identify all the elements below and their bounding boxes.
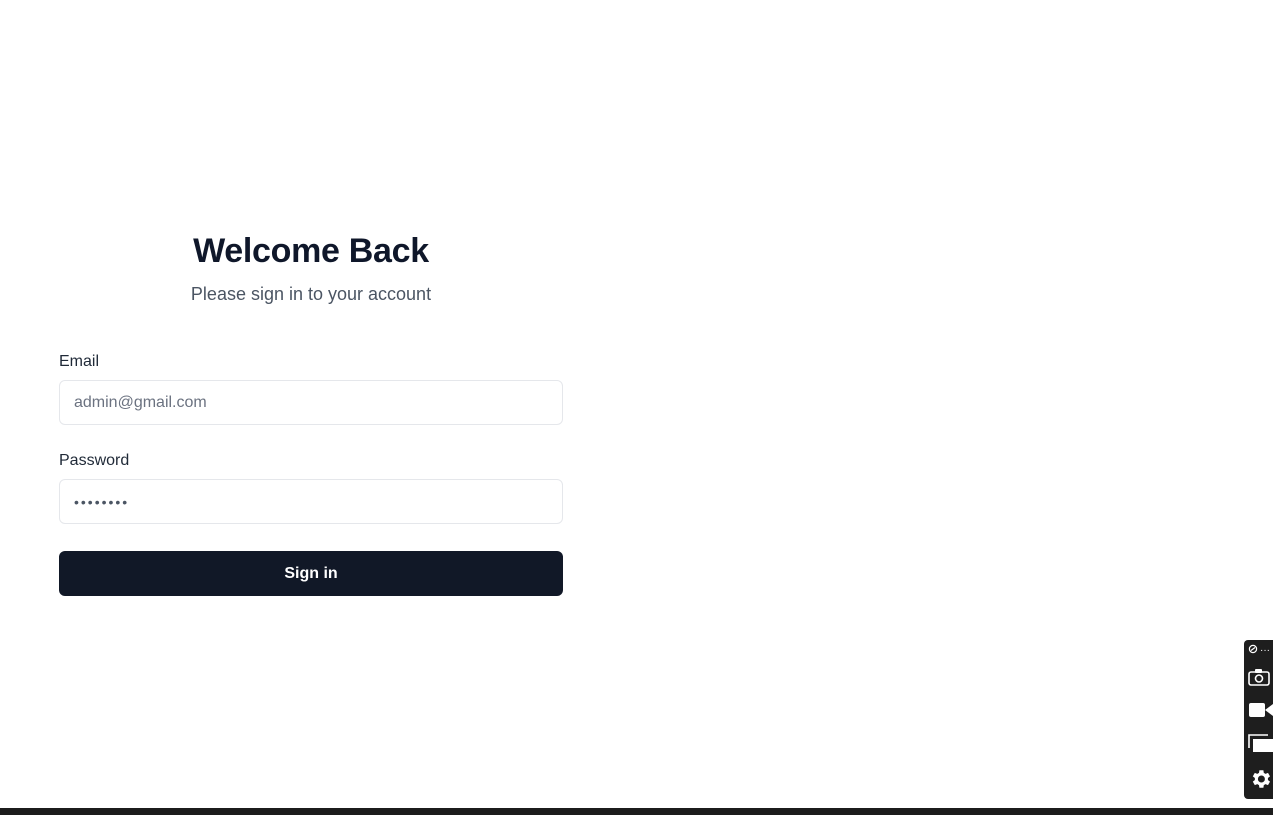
window-icon[interactable] [1248,732,1273,754]
video-icon[interactable] [1248,699,1273,721]
sign-in-button[interactable]: Sign in [59,551,563,596]
screen-capture-toolbar: ··· [1244,640,1273,799]
email-field[interactable]: admin@gmail.com [59,380,563,425]
email-label: Email [59,353,100,370]
extension-icon[interactable] [1248,644,1258,658]
login-form: Welcome Back Please sign in to your acco… [59,226,563,596]
login-page: Welcome Back Please sign in to your acco… [0,0,1273,815]
password-label: Password [59,452,130,469]
password-field[interactable]: •••••••• [59,479,563,524]
bottom-bar [0,808,1273,815]
password-value: •••••••• [74,493,130,510]
email-placeholder: admin@gmail.com [74,393,207,411]
more-icon[interactable]: ··· [1260,644,1270,658]
gear-icon[interactable] [1248,766,1273,792]
toolbar-header: ··· [1248,644,1273,658]
page-subtitle: Please sign in to your account [190,284,432,304]
camera-icon[interactable] [1248,666,1273,688]
page-title: Welcome Back [193,232,429,270]
